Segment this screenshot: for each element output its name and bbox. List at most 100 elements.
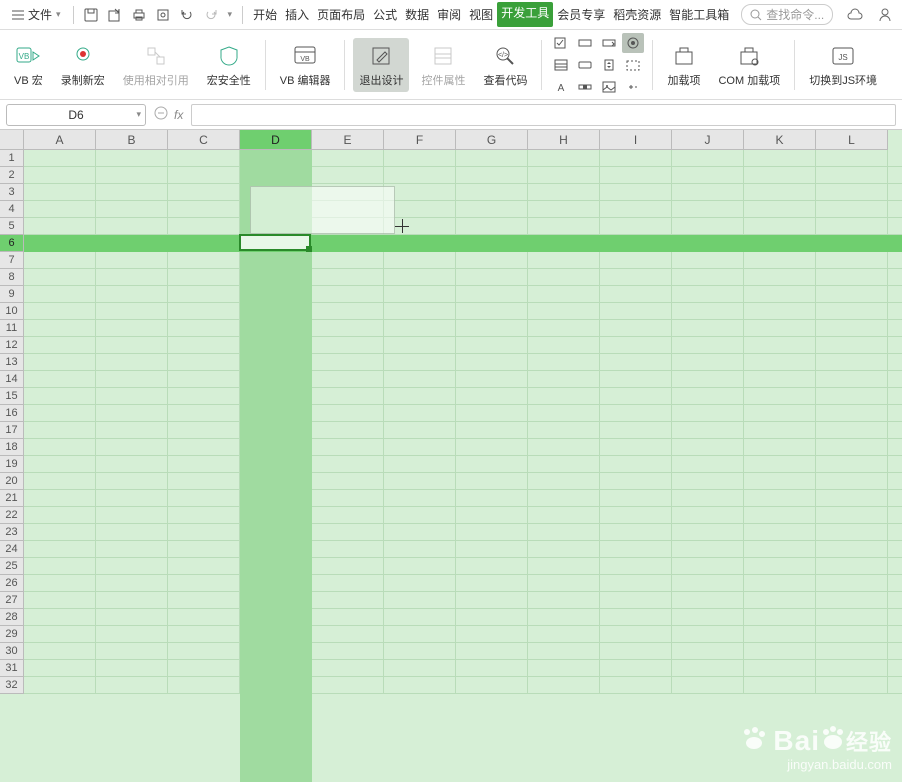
cell[interactable] [168,456,240,473]
cell[interactable] [816,507,888,524]
cell[interactable] [528,541,600,558]
cell[interactable] [744,626,816,643]
cell[interactable] [744,660,816,677]
spreadsheet[interactable]: ABCDEFGHIJKL 123456789101112131415161718… [0,130,902,782]
row-header-19[interactable]: 19 [0,456,24,473]
com-addins-button[interactable]: COM 加载项 [712,38,786,92]
cell[interactable] [168,592,240,609]
tab-5[interactable]: 审阅 [433,2,465,27]
cell[interactable] [168,235,240,252]
cell[interactable] [240,626,312,643]
cell[interactable] [456,575,528,592]
view-code-button[interactable]: </> 查看代码 [477,38,533,92]
cell[interactable] [96,558,168,575]
cell[interactable] [240,320,312,337]
cell[interactable] [384,337,456,354]
cell[interactable] [312,439,384,456]
cell[interactable] [528,660,600,677]
cell[interactable] [24,558,96,575]
cell[interactable] [600,388,672,405]
export-icon[interactable] [104,4,126,26]
cell[interactable] [240,456,312,473]
cell[interactable] [744,167,816,184]
cell[interactable] [600,592,672,609]
cell[interactable] [672,439,744,456]
cell[interactable] [312,677,384,694]
cell[interactable] [96,184,168,201]
cell[interactable] [528,388,600,405]
cell[interactable] [816,592,888,609]
save-icon[interactable] [80,4,102,26]
cell[interactable] [744,524,816,541]
cell[interactable] [672,609,744,626]
row-header-15[interactable]: 15 [0,388,24,405]
cell[interactable] [888,303,902,320]
cell[interactable] [672,303,744,320]
checkbox-control-icon[interactable] [550,33,572,53]
cell[interactable] [600,439,672,456]
cell[interactable] [456,303,528,320]
cell[interactable] [528,235,600,252]
redo-icon[interactable] [200,4,222,26]
cell[interactable] [240,473,312,490]
row-header-12[interactable]: 12 [0,337,24,354]
cell[interactable] [384,456,456,473]
cell[interactable] [888,456,902,473]
cell[interactable] [888,286,902,303]
cell[interactable] [456,558,528,575]
cell[interactable] [96,439,168,456]
cell[interactable] [528,184,600,201]
cell[interactable] [888,218,902,235]
addins-button[interactable]: 加载项 [661,38,706,92]
cell[interactable] [168,677,240,694]
cell[interactable] [456,167,528,184]
cell[interactable] [384,609,456,626]
cell[interactable] [600,405,672,422]
cell[interactable] [528,354,600,371]
cell[interactable] [168,286,240,303]
cell[interactable] [240,677,312,694]
record-macro-button[interactable]: 录制新宏 [55,38,111,92]
cell[interactable] [96,371,168,388]
cell[interactable] [888,507,902,524]
cell[interactable] [816,541,888,558]
cell[interactable] [744,609,816,626]
col-header-C[interactable]: C [168,130,240,150]
cell[interactable] [456,439,528,456]
cell[interactable] [528,252,600,269]
cell[interactable] [312,388,384,405]
cell[interactable] [528,337,600,354]
cell[interactable] [96,677,168,694]
cell[interactable] [600,218,672,235]
cell[interactable] [96,592,168,609]
cell[interactable] [816,269,888,286]
spinner-control-icon[interactable] [598,55,620,75]
cell[interactable] [240,490,312,507]
cell[interactable] [384,541,456,558]
cell[interactable] [96,388,168,405]
cell[interactable] [240,371,312,388]
cell[interactable] [528,558,600,575]
cell[interactable] [816,201,888,218]
cell[interactable] [672,405,744,422]
cell[interactable] [456,490,528,507]
cell[interactable] [888,405,902,422]
cell[interactable] [888,660,902,677]
cell[interactable] [384,558,456,575]
cell[interactable] [312,184,384,201]
cancel-formula-icon[interactable] [154,106,168,123]
row-header-2[interactable]: 2 [0,167,24,184]
cell[interactable] [888,201,902,218]
cell[interactable] [456,456,528,473]
cell-grid[interactable] [24,150,902,694]
row-header-14[interactable]: 14 [0,371,24,388]
cell[interactable] [456,337,528,354]
undo-icon[interactable] [176,4,198,26]
cell[interactable] [888,371,902,388]
cell[interactable] [456,286,528,303]
cell[interactable] [816,235,888,252]
file-menu[interactable]: 文件 ▾ [6,4,67,25]
col-header-F[interactable]: F [384,130,456,150]
cell[interactable] [744,405,816,422]
cell[interactable] [816,456,888,473]
